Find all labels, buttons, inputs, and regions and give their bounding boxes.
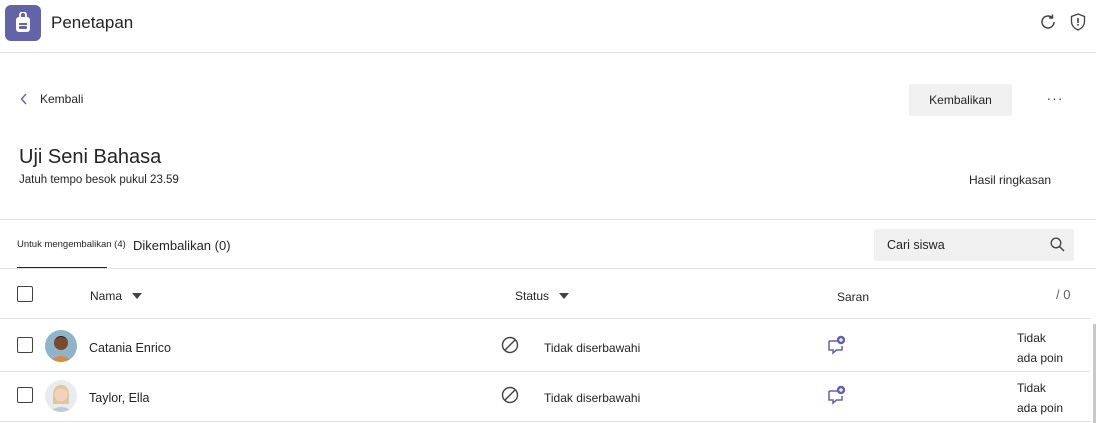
points-line: ada poin (1017, 401, 1064, 415)
divider (0, 268, 1096, 269)
column-status-label: Status (515, 289, 550, 303)
column-header-feedback: Saran (837, 290, 869, 304)
tab-to-return[interactable]: Untuk mengembalikan (4) (17, 239, 126, 250)
back-link[interactable]: Kembali (20, 92, 83, 106)
status-text: Tidak diserbawahi (544, 391, 641, 405)
backpack-icon[interactable] (5, 5, 41, 41)
return-button[interactable]: Kembalikan (909, 84, 1012, 116)
chevron-left-icon (20, 93, 27, 105)
search-icon[interactable] (1050, 237, 1065, 252)
sort-down-icon (559, 293, 570, 299)
column-header-status[interactable]: Status (515, 289, 570, 303)
summary-results-link[interactable]: Hasil ringkasan (969, 173, 1051, 187)
refresh-icon[interactable] (1039, 13, 1057, 31)
student-name[interactable]: Catania Enrico (89, 341, 171, 355)
back-label: Kembali (40, 92, 84, 106)
divider (0, 219, 1096, 220)
due-date: Jatuh tempo besok pukul 23.59 (19, 174, 179, 186)
sort-down-icon (132, 293, 143, 299)
assignment-title: Uji Seni Bahasa (19, 146, 162, 168)
add-feedback-icon[interactable] (827, 335, 847, 355)
row-checkbox[interactable] (17, 337, 33, 353)
column-name-label: Nama (90, 289, 123, 303)
points-line: Tidak (1017, 381, 1046, 395)
app-bar: Penetapan (0, 0, 1096, 53)
blocked-icon (501, 386, 519, 404)
column-header-name[interactable]: Nama (90, 289, 143, 303)
column-header-points: / 0 (1056, 287, 1071, 302)
blocked-icon (501, 336, 519, 354)
points-value: Tidak ada poin (1017, 378, 1077, 418)
points-value: Tidak ada poin (1017, 328, 1077, 368)
student-name[interactable]: Taylor, Ella (89, 391, 149, 405)
select-all-checkbox[interactable] (17, 286, 33, 302)
divider (0, 371, 1090, 372)
points-line: ada poin (1017, 351, 1064, 365)
divider (0, 421, 1090, 422)
avatar (45, 380, 77, 412)
tab-returned[interactable]: Dikembalikan (0) (133, 238, 231, 253)
app-title: Penetapan (51, 13, 134, 32)
search-input[interactable] (874, 229, 1044, 261)
points-line: Tidak (1017, 331, 1046, 345)
add-feedback-icon[interactable] (827, 385, 847, 405)
row-checkbox[interactable] (17, 387, 33, 403)
student-search (874, 229, 1074, 261)
more-options-icon[interactable]: ··· (1044, 90, 1066, 110)
shield-icon[interactable] (1070, 13, 1086, 31)
divider (0, 318, 1090, 319)
avatar (45, 330, 77, 362)
status-text: Tidak diserbawahi (544, 341, 641, 355)
column-feedback-label: Saran (837, 290, 870, 304)
